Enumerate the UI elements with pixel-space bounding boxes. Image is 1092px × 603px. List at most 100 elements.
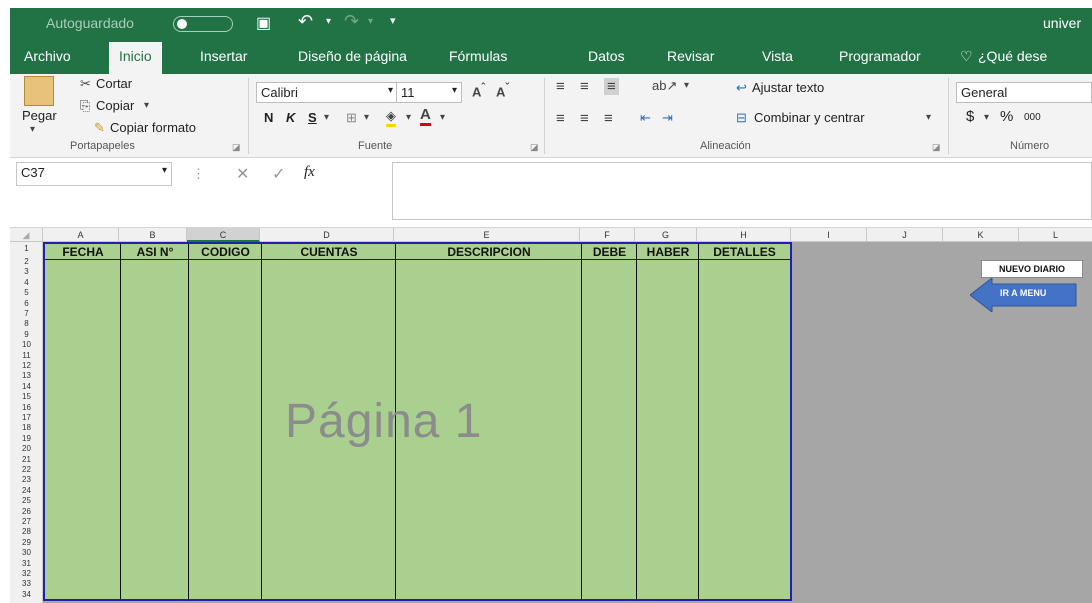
autosave-toggle[interactable]	[173, 16, 233, 32]
font-color-icon[interactable]: A	[420, 106, 431, 126]
column-header[interactable]: J	[867, 228, 943, 242]
wrap-text-button[interactable]: Ajustar texto	[752, 80, 824, 95]
decrease-font-icon[interactable]: Aˇ	[496, 82, 509, 99]
tab-diseno-pagina[interactable]: Diseño de página	[298, 48, 407, 64]
copy-button[interactable]: Copiar	[96, 98, 134, 113]
tab-formulas[interactable]: Fórmulas	[449, 48, 507, 64]
row-header[interactable]: 14	[10, 382, 43, 391]
column-header[interactable]: F	[580, 228, 635, 242]
fill-color-dropdown-icon[interactable]: ▾	[406, 112, 411, 123]
number-format-select[interactable]: General	[956, 82, 1092, 103]
row-header[interactable]: 32	[10, 570, 43, 578]
column-header[interactable]: E	[394, 228, 580, 242]
row-header[interactable]: 13	[10, 372, 43, 380]
insert-function-button[interactable]: fx	[304, 164, 315, 181]
row-header[interactable]: 11	[10, 351, 43, 360]
increase-font-icon[interactable]: Aˆ	[472, 82, 485, 99]
tab-vista[interactable]: Vista	[762, 48, 793, 64]
row-header[interactable]: 1	[10, 245, 43, 253]
clipboard-launcher-icon[interactable]: ◪	[232, 142, 241, 153]
italic-button[interactable]: K	[286, 110, 295, 125]
row-header[interactable]: 25	[10, 497, 43, 505]
tell-me-search[interactable]: ¿Qué dese	[978, 48, 1047, 64]
merge-dropdown-icon[interactable]: ▾	[926, 112, 931, 123]
orientation-dropdown-icon[interactable]: ▾	[684, 80, 689, 91]
redo-icon[interactable]: ↷	[344, 11, 359, 32]
currency-button[interactable]: $	[966, 108, 974, 125]
merge-center-button[interactable]: Combinar y centrar	[754, 110, 865, 125]
paste-button[interactable]: Pegar	[22, 108, 57, 123]
row-header[interactable]: 19	[10, 434, 43, 443]
align-bottom-icon[interactable]: ≡	[604, 78, 619, 95]
column-header[interactable]: D	[260, 228, 394, 242]
cancel-icon[interactable]: ✕	[236, 164, 249, 184]
row-header[interactable]: 7	[10, 310, 43, 318]
row-header[interactable]: 31	[10, 559, 43, 568]
customize-toolbar-icon[interactable]: ▾	[390, 14, 396, 27]
tab-insertar[interactable]: Insertar	[200, 48, 247, 64]
column-header[interactable]: C	[187, 228, 260, 242]
column-header[interactable]: K	[943, 228, 1019, 242]
orientation-icon[interactable]: ab↗	[652, 78, 677, 94]
row-header[interactable]: 30	[10, 549, 43, 557]
font-color-dropdown-icon[interactable]: ▾	[440, 112, 445, 123]
row-header[interactable]: 4	[10, 278, 43, 287]
format-painter-button[interactable]: Copiar formato	[110, 120, 196, 135]
row-header[interactable]: 10	[10, 341, 43, 349]
print-page-area[interactable]: FECHA ASI N° CODIGO CUENTAS DESCRIPCION …	[43, 242, 792, 601]
underline-button[interactable]: S	[308, 110, 317, 125]
row-header[interactable]: 15	[10, 393, 43, 401]
copy-dropdown-icon[interactable]: ▾	[144, 100, 149, 111]
paste-icon[interactable]	[24, 76, 54, 106]
row-header[interactable]: 21	[10, 455, 43, 464]
align-center-icon[interactable]: ≡	[580, 110, 589, 127]
column-header[interactable]: A	[43, 228, 119, 242]
row-header[interactable]: 2	[10, 258, 43, 266]
row-header[interactable]: 17	[10, 414, 43, 422]
select-all-corner[interactable]: ◢	[10, 228, 43, 242]
enter-icon[interactable]: ✓	[272, 164, 285, 184]
worksheet-grid[interactable]: 1 2 3 4 5 6 7 8 9 10 11 12 13 14 15 16 17 18 19 20 21 22 23 24 2…	[10, 242, 1092, 603]
increase-indent-icon[interactable]: ⇥	[662, 110, 673, 126]
alignment-launcher-icon[interactable]: ◪	[932, 142, 941, 153]
drag-handle-icon[interactable]: ⋮	[192, 166, 205, 182]
new-journal-button[interactable]: NUEVO DIARIO	[981, 260, 1083, 278]
currency-dropdown-icon[interactable]: ▾	[984, 112, 989, 123]
row-header[interactable]: 18	[10, 424, 43, 432]
column-header[interactable]: L	[1019, 228, 1092, 242]
save-icon[interactable]: ▣	[256, 13, 271, 33]
tab-inicio[interactable]: Inicio	[109, 42, 162, 74]
align-right-icon[interactable]: ≡	[604, 110, 613, 127]
column-header[interactable]: B	[119, 228, 187, 242]
cut-button[interactable]: Cortar	[96, 76, 132, 91]
row-header[interactable]: 8	[10, 320, 43, 328]
font-size-select[interactable]: 11 ▾	[396, 82, 462, 103]
row-header[interactable]: 34	[10, 590, 43, 599]
fill-color-icon[interactable]: ◈	[386, 108, 396, 127]
row-header[interactable]: 26	[10, 507, 43, 516]
underline-dropdown-icon[interactable]: ▾	[324, 112, 329, 123]
borders-dropdown-icon[interactable]: ▾	[364, 112, 369, 123]
align-middle-icon[interactable]: ≡	[580, 78, 589, 95]
formula-input[interactable]	[392, 162, 1092, 220]
name-box[interactable]: C37 ▾	[16, 162, 172, 186]
percent-button[interactable]: %	[1000, 108, 1013, 125]
row-header[interactable]: 16	[10, 403, 43, 412]
thousands-button[interactable]: 000	[1024, 112, 1041, 123]
row-header[interactable]: 27	[10, 518, 43, 526]
row-header[interactable]: 5	[10, 289, 43, 297]
column-header[interactable]: G	[635, 228, 697, 242]
row-header[interactable]: 12	[10, 362, 43, 370]
align-left-icon[interactable]: ≡	[556, 110, 565, 127]
row-header[interactable]: 9	[10, 330, 43, 339]
tab-programador[interactable]: Programador	[839, 48, 921, 64]
row-header[interactable]: 20	[10, 445, 43, 453]
tab-revisar[interactable]: Revisar	[667, 48, 714, 64]
row-header[interactable]: 3	[10, 268, 43, 276]
font-launcher-icon[interactable]: ◪	[530, 142, 539, 153]
tab-datos[interactable]: Datos	[588, 48, 625, 64]
column-header[interactable]: H	[697, 228, 791, 242]
undo-dropdown-icon[interactable]: ▾	[326, 16, 331, 27]
paste-dropdown-icon[interactable]: ▾	[30, 124, 35, 135]
align-top-icon[interactable]: ≡	[556, 78, 565, 95]
